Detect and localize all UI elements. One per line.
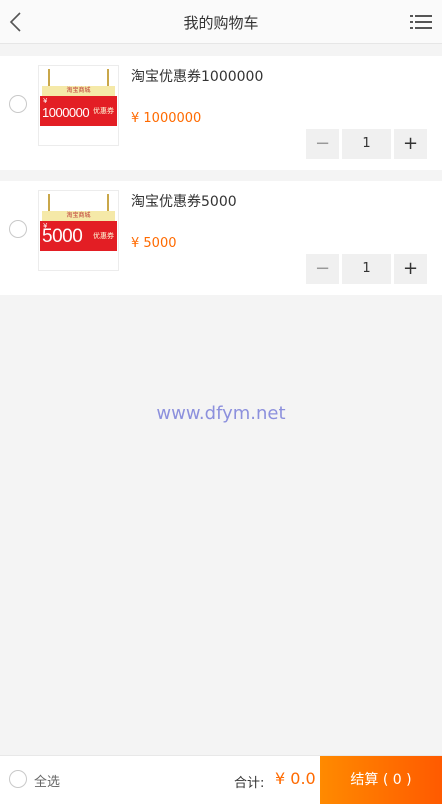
decrease-button[interactable]: − — [306, 254, 339, 284]
decrease-button[interactable]: − — [306, 129, 339, 159]
product-price: ¥ 1000000 — [131, 111, 202, 126]
coupon-tag: 优惠券 — [93, 232, 114, 240]
total-label: 合计: — [234, 776, 265, 791]
coupon-amount: 1000000 — [42, 105, 90, 120]
select-all-label[interactable]: 全选 — [34, 771, 60, 790]
coupon-tag: 优惠券 — [93, 107, 114, 115]
checkout-button[interactable]: 结算 ( 0 ) — [320, 756, 442, 804]
product-thumbnail[interactable]: 淘宝商城 ¥ 1000000 优惠券 — [38, 65, 119, 146]
coupon-amount: 5000 — [42, 226, 83, 247]
coupon-hanger — [48, 194, 50, 211]
page-title: 我的购物车 — [183, 14, 259, 32]
list-menu-icon — [410, 15, 432, 29]
cart-item: 淘宝商城 ¥ 1000000 优惠券 淘宝优惠券1000000 ¥ 100000… — [0, 56, 442, 170]
coupon-header-text: 淘宝商城 — [42, 211, 115, 221]
item-select-checkbox[interactable] — [9, 220, 27, 238]
checkout-bar: 全选 合计: ¥ 0.0 结算 ( 0 ) — [0, 755, 442, 804]
quantity-stepper: − 1 + — [306, 254, 428, 284]
select-all-checkbox[interactable] — [9, 770, 27, 788]
coupon-card: ¥ 1000000 优惠券 — [40, 96, 117, 126]
product-thumbnail[interactable]: 淘宝商城 ¥ 5000 优惠券 — [38, 190, 119, 271]
coupon-currency: ¥ — [43, 97, 48, 105]
coupon-hanger — [107, 194, 109, 211]
total-value: ¥ 0.0 — [275, 769, 316, 788]
top-bar: 我的购物车 — [0, 0, 442, 44]
menu-button[interactable] — [410, 12, 432, 32]
item-select-checkbox[interactable] — [9, 95, 27, 113]
product-price: ¥ 5000 — [131, 236, 177, 251]
coupon-hanger — [107, 69, 109, 86]
increase-button[interactable]: + — [394, 254, 427, 284]
quantity-input[interactable]: 1 — [342, 129, 391, 159]
quantity-stepper: − 1 + — [306, 129, 428, 159]
product-name[interactable]: 淘宝优惠券5000 — [131, 191, 237, 211]
quantity-input[interactable]: 1 — [342, 254, 391, 284]
coupon-hanger — [48, 69, 50, 86]
watermark-text: www.dfym.net — [156, 403, 286, 424]
coupon-card: ¥ 5000 优惠券 — [40, 221, 117, 251]
product-name[interactable]: 淘宝优惠券1000000 — [131, 66, 263, 86]
increase-button[interactable]: + — [394, 129, 427, 159]
cart-item: 淘宝商城 ¥ 5000 优惠券 淘宝优惠券5000 ¥ 5000 − 1 + — [0, 181, 442, 295]
coupon-header-text: 淘宝商城 — [42, 86, 115, 96]
